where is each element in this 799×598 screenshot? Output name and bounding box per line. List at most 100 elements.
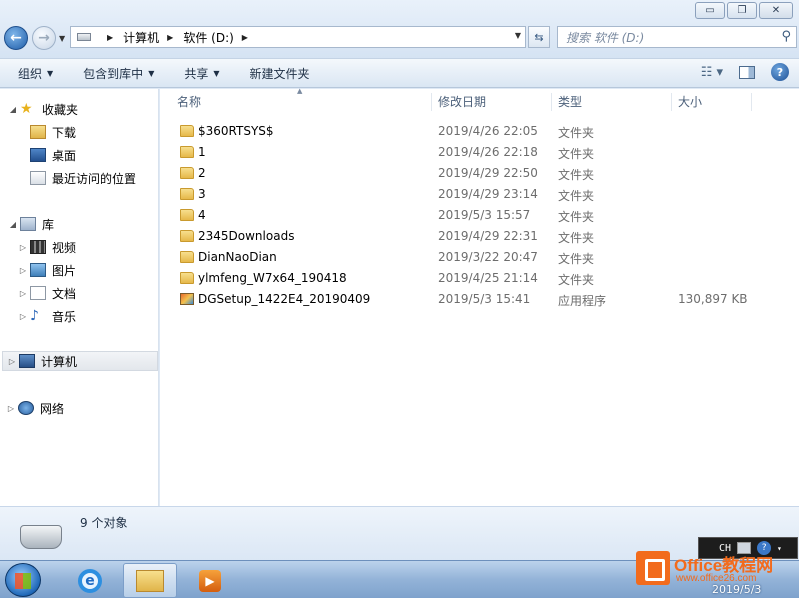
breadcrumb-drive-d[interactable]: 软件 (D:): [183, 29, 233, 46]
minimize-button[interactable]: ▭: [695, 2, 725, 19]
file-type: 文件夹: [558, 126, 595, 140]
search-icon[interactable]: ⚲: [781, 29, 791, 44]
table-row[interactable]: $360RTSYS$ 2019/4/26 22:05 文件夹: [160, 121, 799, 142]
table-row[interactable]: 4 2019/5/3 15:57 文件夹: [160, 205, 799, 226]
address-dropdown-icon[interactable]: ▼: [515, 31, 521, 40]
file-name: 2345Downloads: [198, 229, 295, 243]
chevron-right-icon[interactable]: ▶: [107, 33, 113, 42]
chevron-right-icon[interactable]: ▶: [167, 33, 173, 42]
downloads-folder-icon: [30, 125, 46, 139]
help-icon[interactable]: ?: [771, 63, 789, 81]
table-row[interactable]: DianNaoDian 2019/3/22 20:47 文件夹: [160, 247, 799, 268]
forward-button[interactable]: →: [32, 26, 56, 50]
folder-icon: [180, 125, 194, 137]
start-button[interactable]: [5, 563, 41, 597]
table-row[interactable]: ylmfeng_W7x64_190418 2019/4/25 21:14 文件夹: [160, 268, 799, 289]
sidebar-item-label: 网络: [40, 401, 65, 416]
back-button[interactable]: ←: [4, 26, 28, 50]
sidebar-item-favorites[interactable]: ◢ ★ 收藏夹: [8, 99, 78, 119]
sidebar-item-libraries[interactable]: ◢ 库: [8, 214, 54, 234]
table-row[interactable]: 2345Downloads 2019/4/29 22:31 文件夹: [160, 226, 799, 247]
taskbar-internet-explorer[interactable]: e: [63, 563, 117, 598]
search-placeholder: 搜索 软件 (D:): [566, 30, 645, 45]
sidebar-item-desktop[interactable]: 桌面: [30, 145, 76, 165]
column-header-name[interactable]: 名称: [177, 89, 201, 113]
breadcrumb-computer[interactable]: 计算机: [123, 29, 159, 46]
drive-icon: [20, 525, 62, 549]
file-modified: 2019/5/3 15:41: [438, 292, 531, 306]
sidebar-item-label: 视频: [52, 240, 77, 255]
expand-icon[interactable]: ▷: [18, 266, 28, 275]
chevron-down-icon: ▼: [47, 68, 54, 78]
folder-icon: [180, 167, 194, 179]
documents-icon: [30, 286, 46, 300]
collapse-icon[interactable]: ◢: [8, 105, 18, 114]
media-player-icon: ▶: [199, 569, 221, 592]
file-type: 应用程序: [558, 294, 607, 308]
sidebar-item-music[interactable]: ▷ ♪ 音乐: [18, 306, 76, 326]
taskbar-windows-explorer[interactable]: [123, 563, 177, 598]
preview-pane-icon[interactable]: [739, 65, 755, 79]
file-name: 3: [198, 187, 206, 201]
sidebar-item-label: 最近访问的位置: [52, 171, 137, 186]
file-name: 1: [198, 145, 206, 159]
table-row[interactable]: 1 2019/4/26 22:18 文件夹: [160, 142, 799, 163]
star-icon: ★: [20, 101, 33, 117]
new-folder-button[interactable]: 新建文件夹: [250, 65, 310, 82]
file-modified: 2019/4/26 22:18: [438, 145, 538, 159]
videos-icon: [30, 240, 46, 254]
file-type: 文件夹: [558, 147, 595, 161]
search-input[interactable]: 搜索 软件 (D:) ⚲: [557, 26, 797, 48]
column-divider[interactable]: [671, 93, 672, 111]
column-divider[interactable]: [431, 93, 432, 111]
taskbar-clock[interactable]: 2019/5/3: [712, 583, 761, 596]
column-header-modified[interactable]: 修改日期: [438, 89, 486, 113]
chevron-right-icon[interactable]: ▶: [242, 33, 248, 42]
taskbar-media-player[interactable]: ▶: [183, 563, 237, 598]
maximize-button[interactable]: ❐: [727, 2, 757, 19]
expand-icon[interactable]: ▷: [18, 243, 28, 252]
sidebar-item-computer[interactable]: ▷ 计算机: [2, 351, 158, 371]
sidebar-item-downloads[interactable]: 下载: [30, 122, 76, 142]
toolbar-right: ☷ ▾ ?: [701, 63, 789, 81]
sidebar-item-videos[interactable]: ▷ 视频: [18, 237, 76, 257]
change-view-icon[interactable]: ☷ ▾: [701, 65, 723, 80]
sidebar-item-recent-places[interactable]: 最近访问的位置: [30, 168, 136, 188]
sidebar-item-label: 图片: [52, 263, 77, 278]
table-row[interactable]: 3 2019/4/29 23:14 文件夹: [160, 184, 799, 205]
file-name: $360RTSYS$: [198, 124, 274, 138]
address-bar[interactable]: ▶ 计算机 ▶ 软件 (D:) ▶ ▼: [70, 26, 526, 48]
new-folder-label: 新建文件夹: [249, 66, 310, 81]
collapse-icon[interactable]: ◢: [8, 220, 18, 229]
column-header-label: 修改日期: [438, 94, 487, 109]
expand-icon[interactable]: ▷: [18, 289, 28, 298]
expand-icon[interactable]: ▷: [18, 312, 28, 321]
table-row[interactable]: 2 2019/4/29 22:50 文件夹: [160, 163, 799, 184]
refresh-button[interactable]: ⇆: [528, 26, 550, 48]
organize-menu[interactable]: 组织 ▼: [18, 65, 53, 82]
include-in-library-label: 包含到库中: [83, 66, 144, 81]
sidebar-item-label: 收藏夹: [42, 102, 79, 117]
column-divider[interactable]: [551, 93, 552, 111]
column-header-type[interactable]: 类型: [558, 89, 582, 113]
window-controls: ▭ ❐ ✕: [695, 2, 793, 19]
expand-icon[interactable]: ▷: [7, 357, 17, 366]
sidebar-item-pictures[interactable]: ▷ 图片: [18, 260, 76, 280]
file-type: 文件夹: [558, 189, 595, 203]
column-header-size[interactable]: 大小: [678, 89, 702, 113]
close-button[interactable]: ✕: [759, 2, 793, 19]
windows-explorer-icon: [136, 569, 164, 592]
column-divider[interactable]: [751, 93, 752, 111]
sidebar-item-documents[interactable]: ▷ 文档: [18, 283, 76, 303]
file-modified: 2019/4/29 22:50: [438, 166, 538, 180]
recent-pages-dropdown-icon[interactable]: ▼: [59, 34, 65, 43]
table-row[interactable]: DGSetup_1422E4_20190409 2019/5/3 15:41 应…: [160, 289, 799, 310]
include-in-library-menu[interactable]: 包含到库中 ▼: [83, 65, 154, 82]
expand-icon[interactable]: ▷: [6, 404, 16, 413]
pictures-icon: [30, 263, 46, 277]
sidebar-item-network[interactable]: ▷ 网络: [6, 398, 64, 418]
file-modified: 2019/5/3 15:57: [438, 208, 531, 222]
file-name: DianNaoDian: [198, 250, 277, 264]
drive-icon: [77, 33, 91, 41]
share-menu[interactable]: 共享 ▼: [184, 65, 219, 82]
